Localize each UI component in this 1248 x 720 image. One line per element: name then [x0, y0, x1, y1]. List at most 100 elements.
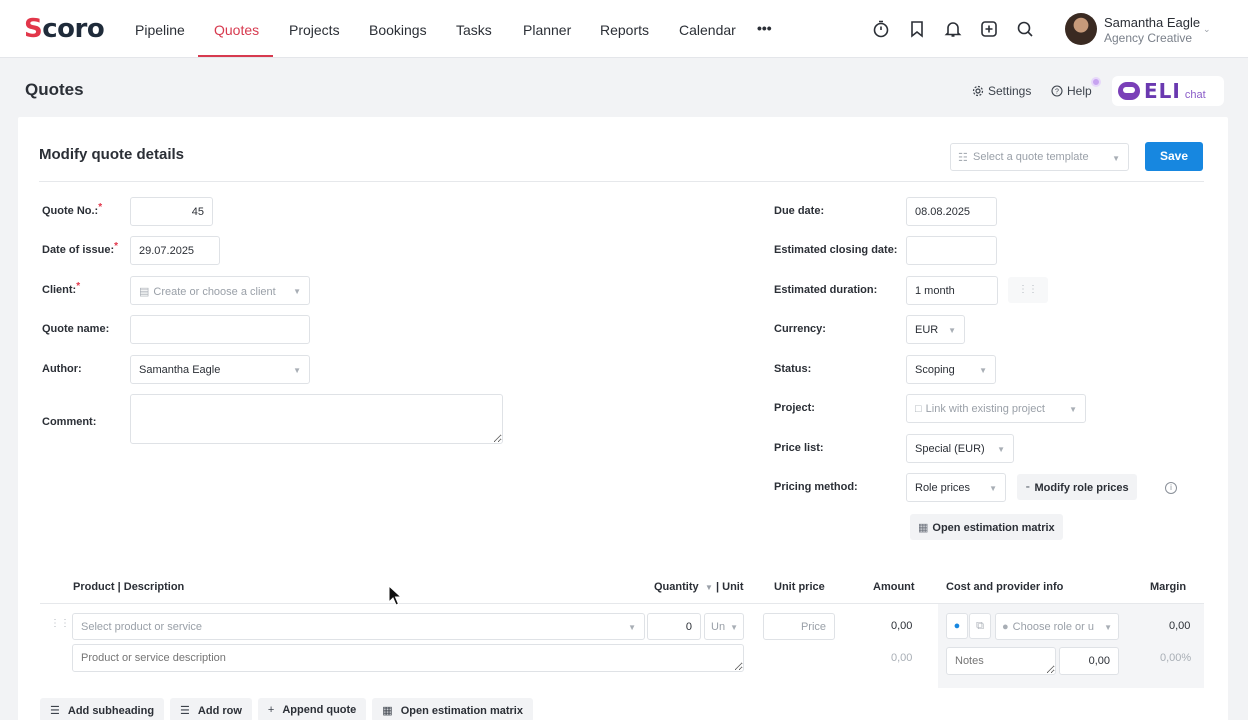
modify-role-prices-button[interactable]: ⁃ Modify role prices — [1017, 474, 1137, 500]
comment-textarea[interactable] — [130, 394, 503, 444]
status-select[interactable]: Scoping ▼ — [906, 355, 996, 384]
th-unit: | Unit — [716, 581, 744, 593]
open-estimation-matrix-bottom-button[interactable]: ▦ Open estimation matrix — [372, 698, 533, 720]
eli-chat-label: chat — [1184, 89, 1206, 101]
unit-select[interactable]: Un ▼ — [704, 613, 744, 640]
chevron-down-icon: ▼ — [948, 326, 956, 335]
est-closing-label: Estimated closing date: — [774, 244, 898, 256]
search-icon[interactable] — [1015, 19, 1035, 39]
info-icon[interactable]: i — [1165, 482, 1177, 494]
th-amount: Amount — [873, 581, 915, 593]
project-select[interactable]: □ Link with existing project ▼ — [906, 394, 1086, 423]
user-icon: ● — [1002, 621, 1009, 633]
est-duration-label: Estimated duration: — [774, 284, 878, 296]
avatar[interactable] — [1065, 13, 1097, 45]
nav-planner[interactable]: Planner — [523, 22, 571, 38]
price-list-label: Price list: — [774, 442, 824, 454]
bell-icon[interactable] — [943, 19, 963, 39]
date-of-issue-input[interactable]: 29.07.2025 — [130, 236, 220, 265]
status-label: Status: — [774, 363, 812, 375]
top-navigation: Scoro Pipeline Quotes Projects Bookings … — [0, 0, 1248, 58]
currency-select[interactable]: EUR ▼ — [906, 315, 965, 344]
amount-sub-value: 0,00 — [891, 652, 913, 664]
list-icon: ☰ — [50, 705, 60, 717]
add-row-button[interactable]: ☰ Add row — [170, 698, 252, 720]
chevron-down-icon: ▼ — [628, 623, 636, 632]
due-date-input[interactable]: 08.08.2025 — [906, 197, 997, 226]
rows-icon: ☰ — [180, 705, 190, 717]
cost-input[interactable]: 0,00 — [1059, 647, 1119, 675]
product-select[interactable]: Select product or service ▼ — [72, 613, 645, 640]
th-product: Product | Description — [73, 581, 185, 593]
nav-more-icon[interactable]: ••• — [757, 20, 772, 36]
nav-reports[interactable]: Reports — [600, 22, 649, 38]
notes-textarea[interactable] — [946, 647, 1056, 675]
svg-text:?: ? — [1055, 89, 1059, 96]
margin-percent: 0,00% — [1160, 652, 1192, 664]
currency-label: Currency: — [774, 323, 826, 335]
nav-calendar[interactable]: Calendar — [679, 22, 736, 38]
project-label: Project: — [774, 402, 815, 414]
amount-value: 0,00 — [891, 620, 913, 632]
client-select[interactable]: ▤ Create or choose a client ▼ — [130, 276, 310, 305]
scoro-logo[interactable]: Scoro — [24, 14, 105, 44]
chevron-down-icon[interactable]: ⌄ — [1203, 24, 1211, 35]
person-icon[interactable]: ● — [946, 613, 968, 639]
help-label: Help — [1067, 84, 1092, 98]
help-icon: ? — [1051, 85, 1063, 97]
role-select[interactable]: ● Choose role or u ▼ — [995, 613, 1119, 640]
settings-link[interactable]: Settings — [972, 84, 1031, 98]
mouse-cursor-icon — [388, 585, 402, 606]
bookmark-icon[interactable] — [907, 19, 927, 39]
quantity-input[interactable]: 0 — [647, 613, 701, 640]
chevron-down-icon: ▼ — [979, 366, 987, 375]
nav-projects[interactable]: Projects — [289, 22, 340, 38]
card-title: Modify quote details — [39, 146, 185, 163]
description-textarea[interactable] — [72, 644, 744, 672]
chevron-down-icon: ▼ — [1112, 154, 1120, 163]
append-quote-button[interactable]: + Append quote — [257, 698, 367, 720]
th-unit-price: Unit price — [774, 581, 825, 593]
eli-label: ELI — [1144, 79, 1181, 103]
nav-pipeline[interactable]: Pipeline — [135, 22, 185, 38]
user-name[interactable]: Samantha Eagle — [1104, 15, 1200, 30]
th-margin: Margin — [1150, 581, 1187, 593]
quote-template-select[interactable]: ☷ Select a quote template ▼ — [950, 143, 1129, 171]
save-button[interactable]: Save — [1145, 142, 1203, 171]
date-of-issue-label: Date of issue:* — [42, 241, 119, 256]
est-duration-input[interactable]: 1 month — [906, 276, 998, 305]
quote-no-input[interactable]: 45 — [130, 197, 213, 226]
quantity-sort-icon[interactable]: ▼ — [705, 583, 713, 592]
nav-tasks[interactable]: Tasks — [456, 22, 492, 38]
chevron-down-icon: ▼ — [293, 287, 301, 296]
user-role: Agency Creative — [1104, 31, 1193, 45]
nav-bookings[interactable]: Bookings — [369, 22, 427, 38]
plus-icon: + — [267, 704, 275, 716]
drag-handle-icon[interactable]: ⋮⋮ — [50, 618, 70, 629]
nav-quotes[interactable]: Quotes — [214, 22, 259, 38]
unit-price-input[interactable]: Price — [763, 613, 835, 640]
active-nav-underline — [198, 55, 273, 57]
copy-icon[interactable]: ⧉ — [969, 613, 991, 639]
author-select[interactable]: Samantha Eagle ▼ — [130, 355, 310, 384]
quote-name-input[interactable] — [130, 315, 310, 344]
template-placeholder: Select a quote template — [973, 151, 1089, 163]
add-icon[interactable] — [979, 19, 999, 39]
open-estimation-matrix-button[interactable]: ▦ Open estimation matrix — [910, 514, 1063, 540]
page-title: Quotes — [25, 80, 84, 99]
help-link[interactable]: ? Help — [1051, 84, 1092, 98]
pricing-method-select[interactable]: Role prices ▼ — [906, 473, 1006, 502]
eli-bot-icon — [1118, 82, 1140, 100]
chevron-down-icon: ▼ — [1069, 405, 1077, 414]
chevron-down-icon: ▼ — [293, 366, 301, 375]
author-label: Author: — [42, 363, 82, 375]
duration-grip-icon[interactable]: ⋮⋮ — [1008, 277, 1048, 303]
quote-name-label: Quote name: — [42, 323, 110, 335]
eli-chat-button[interactable]: ELI chat — [1112, 76, 1224, 106]
timer-icon[interactable] — [871, 19, 891, 39]
table-actions-bar: ☰ Add subheading ☰ Add row + Append quote ▦… — [40, 698, 533, 720]
settings-label: Settings — [988, 84, 1032, 98]
add-subheading-button[interactable]: ☰ Add subheading — [40, 698, 165, 720]
est-closing-input[interactable] — [906, 236, 997, 265]
price-list-select[interactable]: Special (EUR) ▼ — [906, 434, 1014, 463]
